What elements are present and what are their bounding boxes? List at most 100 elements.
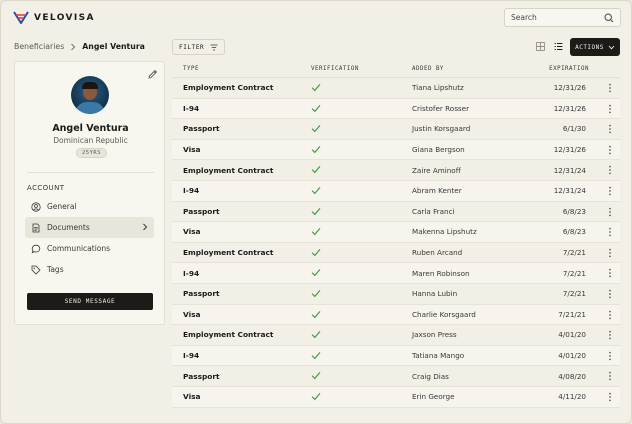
nav-item-documents[interactable]: Documents bbox=[25, 217, 154, 238]
more-vertical-icon[interactable] bbox=[608, 145, 612, 155]
cell-type: Passport bbox=[183, 206, 220, 216]
table-row[interactable]: Passport Justin Korsgaard 6/1/30 bbox=[172, 119, 620, 140]
avatar bbox=[71, 76, 109, 114]
cell-added-by: Giana Bergson bbox=[412, 145, 465, 155]
search-input[interactable]: Search bbox=[504, 8, 621, 27]
cell-expiration: 12/31/26 bbox=[553, 145, 586, 155]
nav-item-label: Documents bbox=[47, 223, 90, 232]
cell-type: Visa bbox=[183, 309, 201, 319]
filter-lines-icon bbox=[210, 44, 218, 50]
cell-added-by: Erin George bbox=[412, 392, 455, 402]
brand-logo[interactable]: VELOVISA bbox=[13, 11, 95, 24]
nav-item-label: Tags bbox=[47, 265, 64, 274]
table-row[interactable]: Visa Giana Bergson 12/31/26 bbox=[172, 139, 620, 161]
table-row[interactable]: I-94 Cristofer Rosser 12/31/26 bbox=[172, 98, 620, 120]
table-row[interactable]: Employment Contract Jaxson Press 4/01/20 bbox=[172, 325, 620, 346]
table-row[interactable]: I-94 Tatiana Mango 4/01/20 bbox=[172, 345, 620, 367]
profile-nav: General Documents Communications Tags bbox=[25, 196, 154, 280]
nav-item-tags[interactable]: Tags bbox=[25, 259, 154, 280]
more-vertical-icon[interactable] bbox=[608, 104, 612, 114]
more-vertical-icon[interactable] bbox=[608, 165, 612, 175]
search-placeholder: Search bbox=[511, 13, 537, 22]
top-bar: VELOVISA Search bbox=[1, 1, 631, 35]
table-row[interactable]: I-94 Abram Kenter 12/31/24 bbox=[172, 180, 620, 202]
cell-expiration: 7/2/21 bbox=[562, 268, 586, 278]
more-vertical-icon[interactable] bbox=[608, 227, 612, 237]
cell-added-by: Cristofer Rosser bbox=[412, 103, 470, 113]
cell-added-by: Carla Franci bbox=[412, 206, 455, 216]
table-row[interactable]: Employment Contract Tiana Lipshutz 12/31/2… bbox=[172, 78, 620, 99]
grid-icon bbox=[535, 42, 545, 51]
divider bbox=[27, 172, 154, 173]
cell-expiration: 4/01/20 bbox=[558, 351, 586, 361]
cell-type: Visa bbox=[183, 392, 201, 402]
column-header-added-by[interactable]: ADDED BY bbox=[412, 66, 444, 72]
cell-type: I-94 bbox=[183, 351, 200, 361]
filter-button[interactable]: FILTER bbox=[172, 39, 226, 55]
more-vertical-icon[interactable] bbox=[608, 392, 612, 402]
cell-added-by: Zaire Aminoff bbox=[412, 165, 461, 175]
grid-view-button[interactable] bbox=[534, 40, 546, 53]
checkmark-icon bbox=[311, 289, 321, 298]
actions-button[interactable]: ACTIONS bbox=[570, 38, 620, 56]
breadcrumb-beneficiaries[interactable]: Beneficiaries bbox=[14, 42, 64, 51]
cell-type: Employment Contract bbox=[183, 83, 274, 93]
more-vertical-icon[interactable] bbox=[608, 289, 612, 299]
cell-expiration: 6/8/23 bbox=[562, 227, 586, 237]
more-vertical-icon[interactable] bbox=[608, 248, 612, 258]
cell-expiration: 7/2/21 bbox=[562, 289, 586, 299]
more-vertical-icon[interactable] bbox=[608, 268, 612, 278]
table-header: TYPE VERIFICATION ADDED BY EXPIRATION bbox=[172, 61, 620, 78]
column-header-expiration[interactable]: EXPIRATION bbox=[549, 66, 589, 72]
nav-item-label: Communications bbox=[47, 244, 111, 253]
table-row[interactable]: Passport Craig Dias 4/08/20 bbox=[172, 366, 620, 387]
brand-name: VELOVISA bbox=[34, 12, 95, 23]
table-row[interactable]: Visa Charlie Korsgaard 7/21/21 bbox=[172, 304, 620, 326]
table-row[interactable]: Passport Carla Franci 6/8/23 bbox=[172, 202, 620, 223]
user-circle-icon bbox=[31, 201, 41, 212]
checkmark-icon bbox=[311, 145, 321, 153]
table-row[interactable]: Passport Hanna Lubin 7/2/21 bbox=[172, 284, 620, 305]
cell-expiration: 4/08/20 bbox=[558, 371, 586, 381]
table-row[interactable]: Visa Makenna Lipshutz 6/8/23 bbox=[172, 222, 620, 243]
table-row[interactable]: Employment Contract Zaire Aminoff 12/31/24 bbox=[172, 160, 620, 181]
view-toggle bbox=[534, 40, 564, 53]
pencil-edit-icon[interactable] bbox=[147, 69, 158, 80]
cell-expiration: 12/31/24 bbox=[553, 186, 586, 196]
velovisa-logo-icon bbox=[13, 11, 29, 24]
account-section-label: ACCOUNT bbox=[27, 184, 65, 192]
more-vertical-icon[interactable] bbox=[608, 83, 612, 93]
list-icon bbox=[554, 43, 562, 50]
more-vertical-icon[interactable] bbox=[608, 207, 612, 217]
nav-item-communications[interactable]: Communications bbox=[25, 238, 154, 259]
profile-card: Angel Ventura Dominican Republic 25YRS A… bbox=[14, 61, 165, 325]
checkmark-icon bbox=[311, 207, 321, 215]
filter-label: FILTER bbox=[179, 43, 205, 51]
checkmark-icon bbox=[311, 187, 321, 195]
cell-type: I-94 bbox=[183, 268, 200, 278]
cell-added-by: Craig Dias bbox=[412, 371, 449, 381]
age-badge: 25YRS bbox=[76, 148, 108, 158]
checkmark-icon bbox=[311, 351, 321, 359]
nav-item-general[interactable]: General bbox=[25, 196, 154, 217]
more-vertical-icon[interactable] bbox=[608, 351, 612, 361]
cell-type: I-94 bbox=[183, 103, 200, 113]
cell-added-by: Justin Korsgaard bbox=[412, 124, 471, 134]
tag-icon bbox=[31, 265, 41, 275]
column-header-type[interactable]: TYPE bbox=[183, 66, 199, 72]
table-row[interactable]: I-94 Maren Robinson 7/2/21 bbox=[172, 263, 620, 284]
cell-type: Passport bbox=[183, 124, 220, 134]
send-message-button[interactable]: SEND MESSAGE bbox=[27, 293, 153, 310]
more-vertical-icon[interactable] bbox=[608, 330, 612, 340]
checkmark-icon bbox=[311, 269, 321, 277]
list-view-button[interactable] bbox=[552, 40, 564, 53]
column-header-verification[interactable]: VERIFICATION bbox=[311, 66, 359, 72]
more-vertical-icon[interactable] bbox=[608, 310, 612, 320]
more-vertical-icon[interactable] bbox=[608, 371, 612, 381]
breadcrumb: Beneficiaries Angel Ventura bbox=[14, 42, 145, 51]
more-vertical-icon[interactable] bbox=[608, 124, 612, 134]
table-row[interactable]: Employment Contract Ruben Arcand 7/2/21 bbox=[172, 243, 620, 264]
more-vertical-icon[interactable] bbox=[608, 186, 612, 196]
cell-expiration: 7/2/21 bbox=[562, 248, 586, 258]
table-row[interactable]: Visa Erin George 4/11/20 bbox=[172, 386, 620, 408]
